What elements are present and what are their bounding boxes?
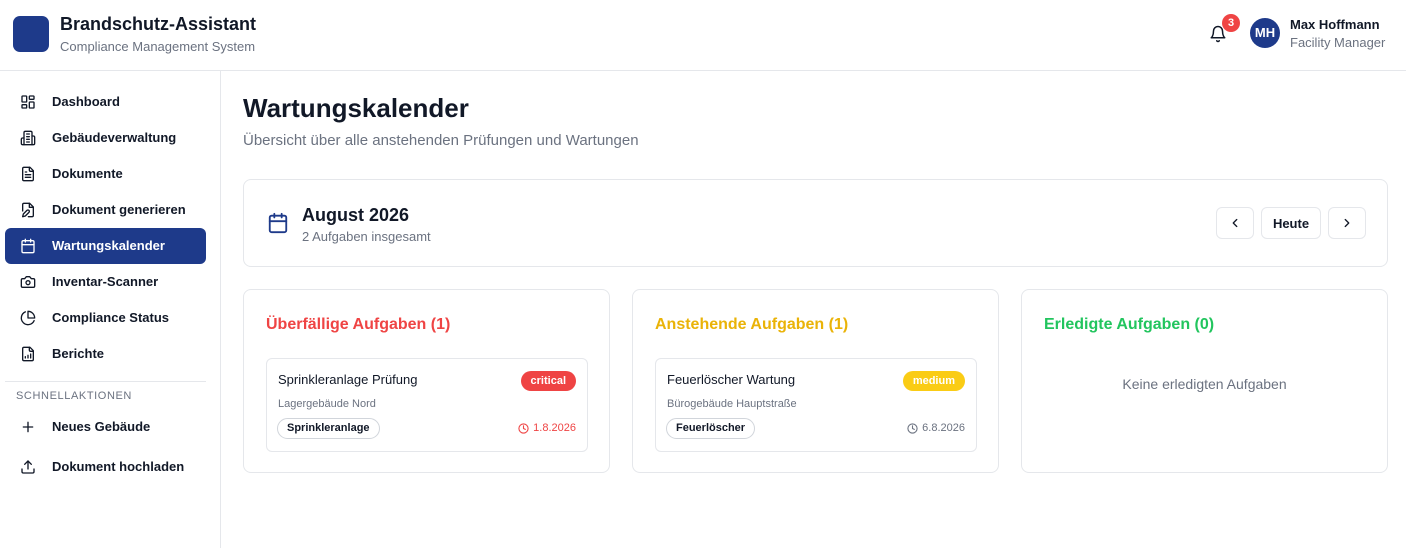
user-name: Max Hoffmann [1290, 17, 1380, 32]
task-card[interactable]: Sprinkleranlage Prüfung critical Lagerge… [266, 358, 588, 452]
clock-icon [907, 422, 918, 434]
upload-icon [21, 460, 35, 474]
quick-action-label: Dokument hochladen [52, 459, 185, 474]
sidebar-item-label: Gebäudeverwaltung [52, 130, 177, 145]
sidebar-item-inventory-scanner[interactable]: Inventar-Scanner [5, 264, 206, 300]
quick-action-new-building[interactable]: Neues Gebäude [5, 409, 206, 445]
notification-badge: 3 [1222, 14, 1240, 32]
calendar-icon [268, 212, 288, 234]
document-edit-icon [22, 202, 34, 218]
plus-icon [22, 421, 34, 433]
task-building: Lagergebäude Nord [278, 398, 376, 410]
chevron-left-icon [1232, 218, 1238, 228]
sidebar-item-label: Compliance Status [52, 310, 170, 325]
page-title: Wartungskalender [243, 93, 469, 123]
column-title: Überfällige Aufgaben (1) [266, 316, 451, 333]
quick-action-label: Neues Gebäude [52, 419, 151, 434]
grid-icon [21, 95, 35, 109]
sidebar-divider [5, 381, 206, 382]
camera-icon [20, 276, 36, 288]
app-subtitle: Compliance Management System [60, 39, 256, 54]
user-role: Facility Manager [1290, 35, 1386, 50]
sidebar-item-label: Dashboard [52, 94, 120, 109]
task-due-date: 6.8.2026 [907, 422, 965, 434]
sidebar-item-label: Wartungskalender [52, 238, 165, 253]
sidebar-item-reports[interactable]: Berichte [5, 336, 206, 372]
completed-tasks-column: Erledigte Aufgaben (0) Keine erledigten … [1021, 289, 1388, 473]
app-header: Brandschutz-Assistant Compliance Managem… [0, 0, 1406, 71]
column-title: Anstehende Aufgaben (1) [655, 316, 849, 333]
document-icon [22, 166, 34, 182]
sidebar-item-dashboard[interactable]: Dashboard [5, 84, 206, 120]
quick-action-upload-document[interactable]: Dokument hochladen [5, 449, 206, 485]
app-logo [13, 16, 49, 52]
sidebar-item-maintenance-calendar[interactable]: Wartungskalender [5, 228, 206, 264]
task-due-date: 1.8.2026 [518, 422, 576, 434]
previous-month-button[interactable] [1216, 207, 1254, 239]
calendar-task-count: 2 Aufgaben insgesamt [302, 229, 431, 244]
priority-badge: medium [902, 371, 965, 391]
sidebar-item-label: Dokumente [52, 166, 123, 181]
sidebar-item-label: Dokument generieren [52, 202, 186, 217]
calendar-icon [21, 238, 35, 254]
task-title: Feuerlöscher Wartung [667, 372, 796, 387]
sidebar-item-label: Berichte [52, 346, 105, 361]
calendar-header-card: August 2026 2 Aufgaben insgesamt Heute [243, 179, 1388, 267]
calendar-month: August 2026 [302, 205, 410, 225]
page-subtitle: Übersicht über alle anstehenden Prüfunge… [243, 132, 639, 149]
due-date-text: 1.8.2026 [533, 422, 576, 434]
sidebar: Dashboard Gebäudeverwaltung Dokumente Do… [0, 71, 221, 548]
quick-actions-heading: SCHNELLAKTIONEN [16, 390, 132, 402]
pie-chart-icon [20, 310, 36, 326]
upcoming-tasks-column: Anstehende Aufgaben (1) Feuerlöscher War… [632, 289, 999, 473]
chevron-right-icon [1344, 218, 1350, 228]
task-category-tag: Feuerlöscher [666, 418, 756, 439]
avatar[interactable]: MH [1250, 18, 1280, 48]
column-title: Erledigte Aufgaben (0) [1044, 316, 1215, 333]
task-category-tag: Sprinkleranlage [277, 418, 380, 439]
sidebar-item-compliance-status[interactable]: Compliance Status [5, 300, 206, 336]
sidebar-item-generate-document[interactable]: Dokument generieren [5, 192, 206, 228]
sidebar-item-documents[interactable]: Dokumente [5, 156, 206, 192]
empty-state-text: Keine erledigten Aufgaben [1122, 376, 1287, 392]
clock-icon [518, 422, 529, 434]
overdue-tasks-column: Überfällige Aufgaben (1) Sprinkleranlage… [243, 289, 610, 473]
task-building: Bürogebäude Hauptstraße [667, 398, 797, 410]
sidebar-item-label: Inventar-Scanner [52, 274, 159, 289]
priority-badge: critical [520, 371, 576, 391]
due-date-text: 6.8.2026 [922, 422, 965, 434]
task-card[interactable]: Feuerlöscher Wartung medium Bürogebäude … [655, 358, 977, 452]
building-icon [20, 130, 36, 146]
today-button[interactable]: Heute [1261, 207, 1321, 239]
task-title: Sprinkleranlage Prüfung [278, 372, 418, 387]
sidebar-item-buildings[interactable]: Gebäudeverwaltung [5, 120, 206, 156]
next-month-button[interactable] [1328, 207, 1366, 239]
report-icon [22, 346, 34, 362]
app-title: Brandschutz-Assistant [60, 14, 257, 34]
